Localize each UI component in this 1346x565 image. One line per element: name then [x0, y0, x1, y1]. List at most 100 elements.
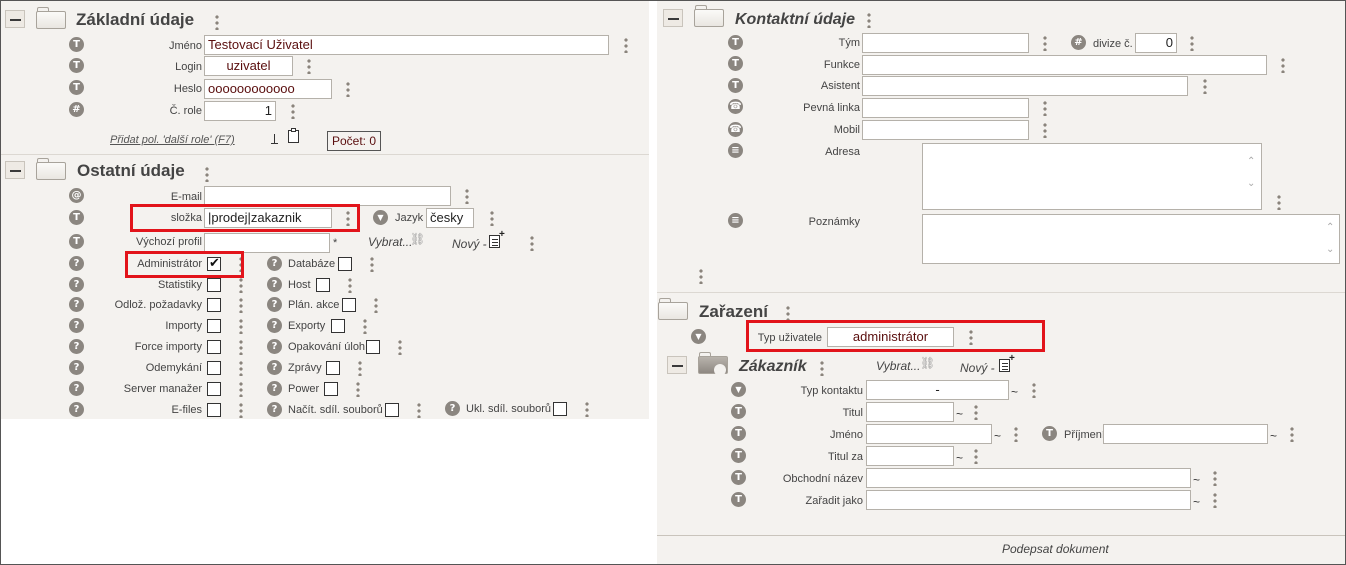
field-menu-dots[interactable]: [1043, 35, 1047, 51]
tym-field[interactable]: [862, 33, 1029, 53]
field-menu-dots[interactable]: [239, 339, 243, 355]
field-menu-dots[interactable]: [1290, 426, 1294, 442]
section-menu-dots[interactable]: [867, 12, 871, 28]
permission-label: Zprávy: [288, 362, 322, 374]
obchodni-field[interactable]: [866, 468, 1191, 488]
section-menu-dots[interactable]: [820, 360, 824, 376]
field-menu-dots[interactable]: [1014, 426, 1018, 442]
profil-vybrat-link[interactable]: Vybrat...: [368, 235, 412, 249]
field-menu-dots[interactable]: [624, 37, 628, 53]
collapse-kontaktni-button[interactable]: [663, 9, 683, 27]
field-menu-dots[interactable]: [465, 188, 469, 204]
dropdown-icon[interactable]: ▼: [731, 382, 746, 397]
zaradit-field[interactable]: [866, 490, 1191, 510]
adresa-textarea[interactable]: [922, 143, 1262, 210]
permission-checkbox[interactable]: [326, 361, 340, 375]
field-menu-dots[interactable]: [358, 360, 362, 376]
permission-checkbox[interactable]: [207, 298, 221, 312]
permission-checkbox[interactable]: [207, 403, 221, 417]
field-menu-dots[interactable]: [239, 381, 243, 397]
scroll-down-icon[interactable]: ⌄: [1247, 178, 1255, 189]
permission-checkbox[interactable]: [366, 340, 380, 354]
paste-icon[interactable]: [271, 128, 300, 146]
field-menu-dots[interactable]: [346, 81, 350, 97]
collapse-ostatni-button[interactable]: [5, 161, 25, 179]
field-menu-dots[interactable]: [348, 277, 352, 293]
field-menu-dots[interactable]: [363, 318, 367, 334]
profil-field[interactable]: [204, 233, 330, 253]
scroll-up-icon[interactable]: ⌃: [1326, 222, 1334, 233]
email-field[interactable]: [204, 186, 451, 206]
permission-checkbox[interactable]: [207, 382, 221, 396]
sign-document-button[interactable]: Podepsat dokument: [1002, 542, 1109, 556]
section-menu-dots[interactable]: [215, 14, 219, 30]
field-menu-dots[interactable]: [239, 360, 243, 376]
permission-checkbox[interactable]: [207, 340, 221, 354]
jmeno-field[interactable]: Testovací Uživatel: [204, 35, 609, 55]
login-field[interactable]: uzivatel: [204, 56, 293, 76]
dropdown-icon[interactable]: ▼: [691, 329, 706, 344]
typ-kontaktu-field[interactable]: -: [866, 380, 1009, 400]
field-menu-dots[interactable]: [1281, 57, 1285, 73]
field-menu-dots[interactable]: [239, 297, 243, 313]
section-menu-dots[interactable]: [205, 166, 209, 182]
zakaznik-vybrat-link[interactable]: Vybrat...: [876, 359, 920, 373]
field-menu-dots[interactable]: [417, 402, 421, 418]
crole-field[interactable]: 1: [204, 101, 276, 121]
divize-field[interactable]: 0: [1135, 33, 1177, 53]
scroll-up-icon[interactable]: ⌃: [1247, 156, 1255, 167]
field-menu-dots[interactable]: [490, 210, 494, 226]
section-menu-dots[interactable]: [699, 268, 703, 284]
field-menu-dots[interactable]: [356, 381, 360, 397]
field-menu-dots[interactable]: [307, 58, 311, 74]
add-role-link[interactable]: Přidat pol. 'další role' (F7): [110, 134, 235, 146]
permission-checkbox[interactable]: [324, 382, 338, 396]
titul-za-field[interactable]: [866, 446, 954, 466]
field-menu-dots[interactable]: [239, 318, 243, 334]
field-menu-dots[interactable]: [1277, 194, 1281, 210]
field-menu-dots[interactable]: [291, 103, 295, 119]
permission-checkbox[interactable]: [207, 319, 221, 333]
heslo-field[interactable]: oooooooooooo: [204, 79, 332, 99]
asistent-field[interactable]: [862, 76, 1188, 96]
zakaznik-jmeno-field[interactable]: [866, 424, 992, 444]
section-menu-dots[interactable]: [786, 305, 790, 321]
permission-checkbox[interactable]: [207, 278, 221, 292]
permission-checkbox[interactable]: [207, 361, 221, 375]
field-menu-dots[interactable]: [1213, 492, 1217, 508]
permission-checkbox[interactable]: [316, 278, 330, 292]
field-menu-dots[interactable]: [239, 277, 243, 293]
field-menu-dots[interactable]: [398, 339, 402, 355]
permission-checkbox[interactable]: [338, 257, 352, 271]
field-menu-dots[interactable]: [1043, 100, 1047, 116]
pevna-field[interactable]: [862, 98, 1029, 118]
funkce-field[interactable]: [862, 55, 1267, 75]
ukl-checkbox[interactable]: [553, 402, 567, 416]
field-menu-dots[interactable]: [370, 256, 374, 272]
permission-checkbox[interactable]: [331, 319, 345, 333]
field-menu-dots[interactable]: [239, 402, 243, 418]
field-menu-dots[interactable]: [1032, 382, 1036, 398]
field-menu-dots[interactable]: [1213, 470, 1217, 486]
dropdown-icon[interactable]: ▼: [373, 210, 388, 225]
field-menu-dots[interactable]: [585, 401, 589, 417]
field-menu-dots[interactable]: [974, 448, 978, 464]
field-menu-dots[interactable]: [1203, 78, 1207, 94]
field-menu-dots[interactable]: [374, 297, 378, 313]
prijmeni-field[interactable]: [1103, 424, 1268, 444]
field-menu-dots[interactable]: [1190, 35, 1194, 51]
scroll-down-icon[interactable]: ⌄: [1326, 244, 1334, 255]
field-menu-dots[interactable]: [974, 404, 978, 420]
field-menu-dots[interactable]: [530, 235, 534, 251]
poznamky-textarea[interactable]: [922, 214, 1340, 264]
permission-checkbox[interactable]: [385, 403, 399, 417]
profil-novy-link[interactable]: Nový -: [452, 237, 487, 251]
zakaznik-novy-link[interactable]: Nový -: [960, 361, 995, 375]
permission-checkbox[interactable]: [342, 298, 356, 312]
titul-field[interactable]: [866, 402, 954, 422]
collapse-zakaznik-button[interactable]: [667, 356, 687, 374]
mobil-field[interactable]: [862, 120, 1029, 140]
field-menu-dots[interactable]: [1043, 122, 1047, 138]
jazyk-field[interactable]: česky: [426, 208, 474, 228]
collapse-zakladni-button[interactable]: [5, 10, 25, 28]
